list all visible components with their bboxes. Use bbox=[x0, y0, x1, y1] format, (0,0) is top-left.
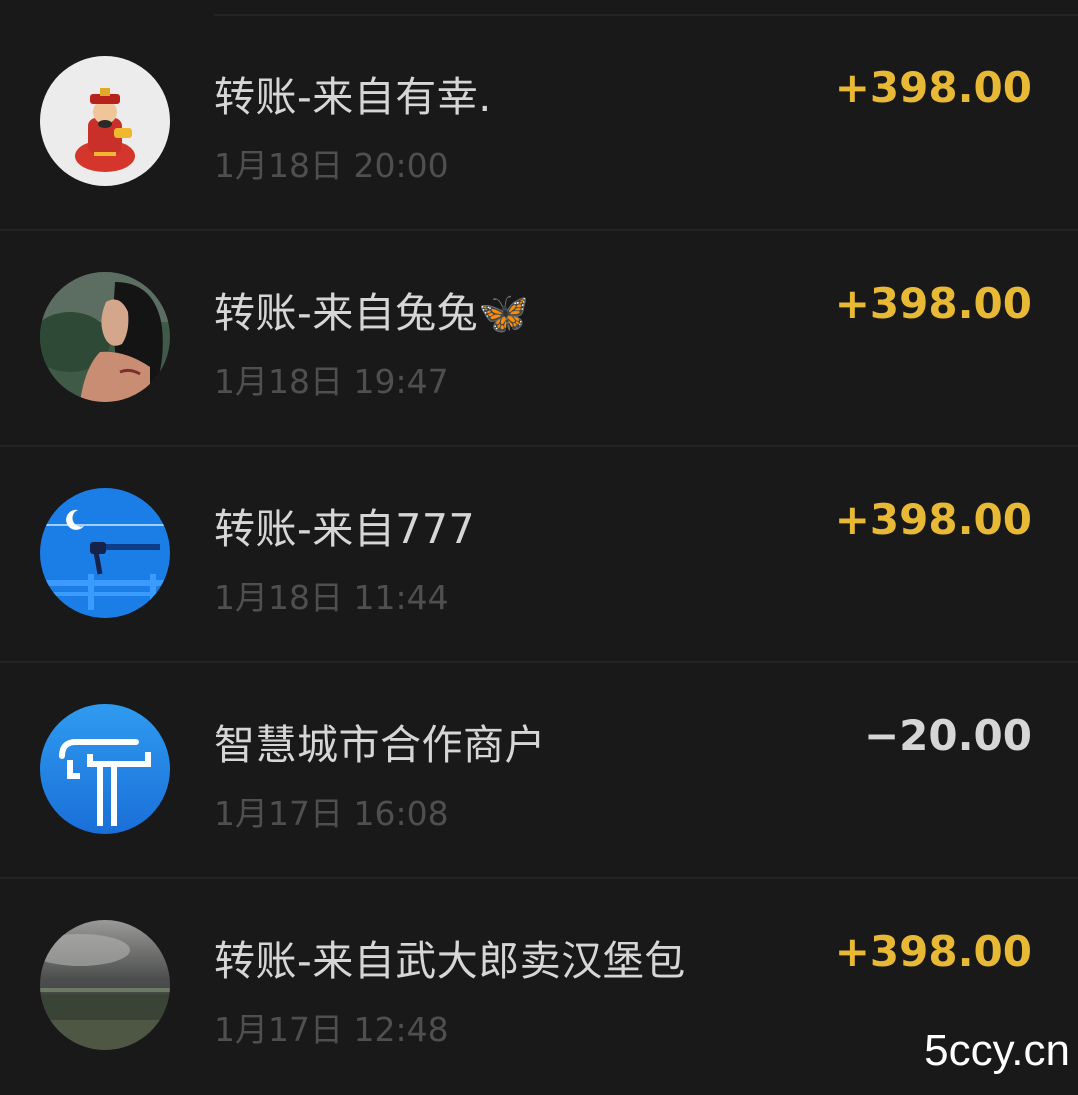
watermark: 5ccy.cn bbox=[924, 1026, 1070, 1075]
transaction-time: 1月18日 20:00 bbox=[214, 146, 449, 185]
transaction-amount: +398.00 bbox=[834, 495, 1032, 544]
transaction-title: 转账-来自有幸. bbox=[214, 73, 492, 121]
transaction-time: 1月18日 19:47 bbox=[214, 362, 449, 401]
transaction-row[interactable]: 转账-来自有幸. 1月18日 20:00 +398.00 bbox=[0, 15, 1078, 231]
transaction-row[interactable]: 转账-来自兔兔🦋 1月18日 19:47 +398.00 bbox=[0, 231, 1078, 447]
woman-portrait-avatar bbox=[40, 272, 170, 402]
transaction-amount: +398.00 bbox=[834, 927, 1032, 976]
transaction-row[interactable]: 转账-来自武大郎卖汉堡包 1月17日 12:48 +398.00 bbox=[0, 879, 1078, 1095]
transaction-row[interactable]: 转账-来自777 1月18日 11:44 +398.00 bbox=[0, 447, 1078, 663]
smart-city-logo-avatar bbox=[40, 704, 170, 834]
transaction-time: 1月17日 12:48 bbox=[214, 1010, 449, 1049]
cloudy-landscape-avatar bbox=[40, 920, 170, 1050]
transaction-amount: +398.00 bbox=[834, 63, 1032, 112]
transaction-title: 转账-来自武大郎卖汉堡包 bbox=[214, 937, 686, 985]
transaction-time: 1月18日 11:44 bbox=[214, 578, 449, 617]
transaction-amount: +398.00 bbox=[834, 279, 1032, 328]
transaction-list: 转账-来自有幸. 1月18日 20:00 +398.00 转账-来自兔兔🦋 1月… bbox=[0, 15, 1078, 1095]
moon-night-avatar bbox=[40, 488, 170, 618]
transaction-title: 转账-来自兔兔🦋 bbox=[214, 289, 530, 337]
transaction-row[interactable]: 智慧城市合作商户 1月17日 16:08 −20.00 bbox=[0, 663, 1078, 879]
transaction-title: 智慧城市合作商户 bbox=[214, 721, 546, 769]
transaction-amount: −20.00 bbox=[863, 711, 1032, 760]
transaction-time: 1月17日 16:08 bbox=[214, 794, 449, 833]
caishen-avatar bbox=[40, 56, 170, 186]
transaction-title: 转账-来自777 bbox=[214, 505, 476, 553]
